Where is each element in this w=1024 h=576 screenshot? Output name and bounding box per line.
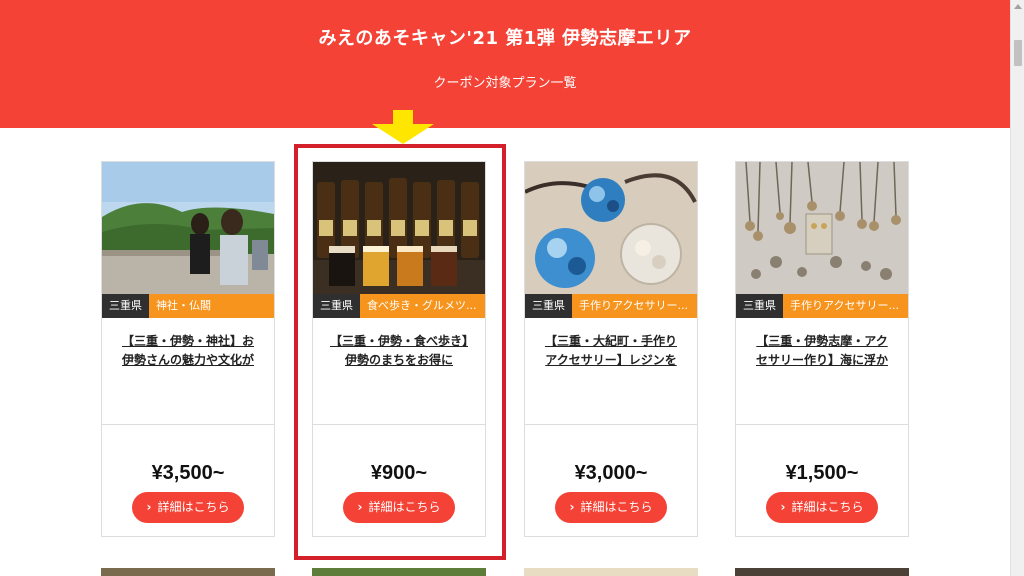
page-header: みえのあそキャン'21 第1弾 伊勢志摩エリア クーポン対象プラン一覧 [0,0,1010,128]
chevron-right-icon: › [780,500,786,514]
details-button[interactable]: › 詳細はこちら [132,492,244,523]
next-row-card-photo[interactable] [524,568,698,576]
next-row-card-photo[interactable] [735,568,909,576]
page-title: みえのあそキャン'21 第1弾 伊勢志摩エリア [318,28,692,49]
page-subtitle: クーポン対象プラン一覧 [433,76,577,91]
plan-card[interactable]: 三重県 手作りアクセサリー... 【三重・伊勢志摩・アクセサリー作り】海に浮か … [735,161,909,537]
scroll-up-arrow-icon[interactable] [1014,4,1022,9]
plan-photo-sea-accessories[interactable] [736,162,908,294]
tag-prefecture: 三重県 [525,294,572,318]
plan-photo-resin-accessories[interactable] [525,162,697,294]
details-button[interactable]: › 詳細はこちら [766,492,878,523]
tag-category: 手作りアクセサリー... [572,294,697,318]
plan-photo-shrine-bridge[interactable] [102,162,274,294]
down-arrow-icon [372,110,434,144]
plan-title-link[interactable]: 【三重・伊勢志摩・アクセサリー作り】海に浮か [752,332,892,370]
next-row-card-photo[interactable] [101,568,275,576]
plan-price: ¥3,000~ [574,462,648,484]
plan-card[interactable]: 三重県 神社・仏閣 【三重・伊勢・神社】お伊勢さんの魅力や文化が ¥3,500~… [101,161,275,537]
details-button[interactable]: › 詳細はこちら [555,492,667,523]
plan-price: ¥1,500~ [785,462,859,484]
plan-title-link[interactable]: 【三重・大紀町・手作りアクセサリー】レジンを [541,332,681,370]
plan-price: ¥3,500~ [151,462,225,484]
details-button-label: 詳細はこちら [791,500,864,514]
details-button-label: 詳細はこちら [157,500,230,514]
scrollbar-thumb[interactable] [1014,40,1022,66]
tag-prefecture: 三重県 [736,294,783,318]
card-divider [736,424,908,425]
vertical-scrollbar[interactable] [1010,0,1024,576]
card-divider [102,424,274,425]
next-row-card-photo[interactable] [312,568,486,576]
tag-category: 神社・仏閣 [149,294,274,318]
tag-category: 手作りアクセサリー... [783,294,908,318]
chevron-right-icon: › [146,500,152,514]
plan-card[interactable]: 三重県 手作りアクセサリー... 【三重・大紀町・手作りアクセサリー】レジンを … [524,161,698,537]
card-divider [525,424,697,425]
details-button-label: 詳細はこちら [580,500,653,514]
chevron-right-icon: › [569,500,575,514]
highlight-box [294,144,506,560]
tag-prefecture: 三重県 [102,294,149,318]
plan-title-link[interactable]: 【三重・伊勢・神社】お伊勢さんの魅力や文化が [118,332,258,370]
